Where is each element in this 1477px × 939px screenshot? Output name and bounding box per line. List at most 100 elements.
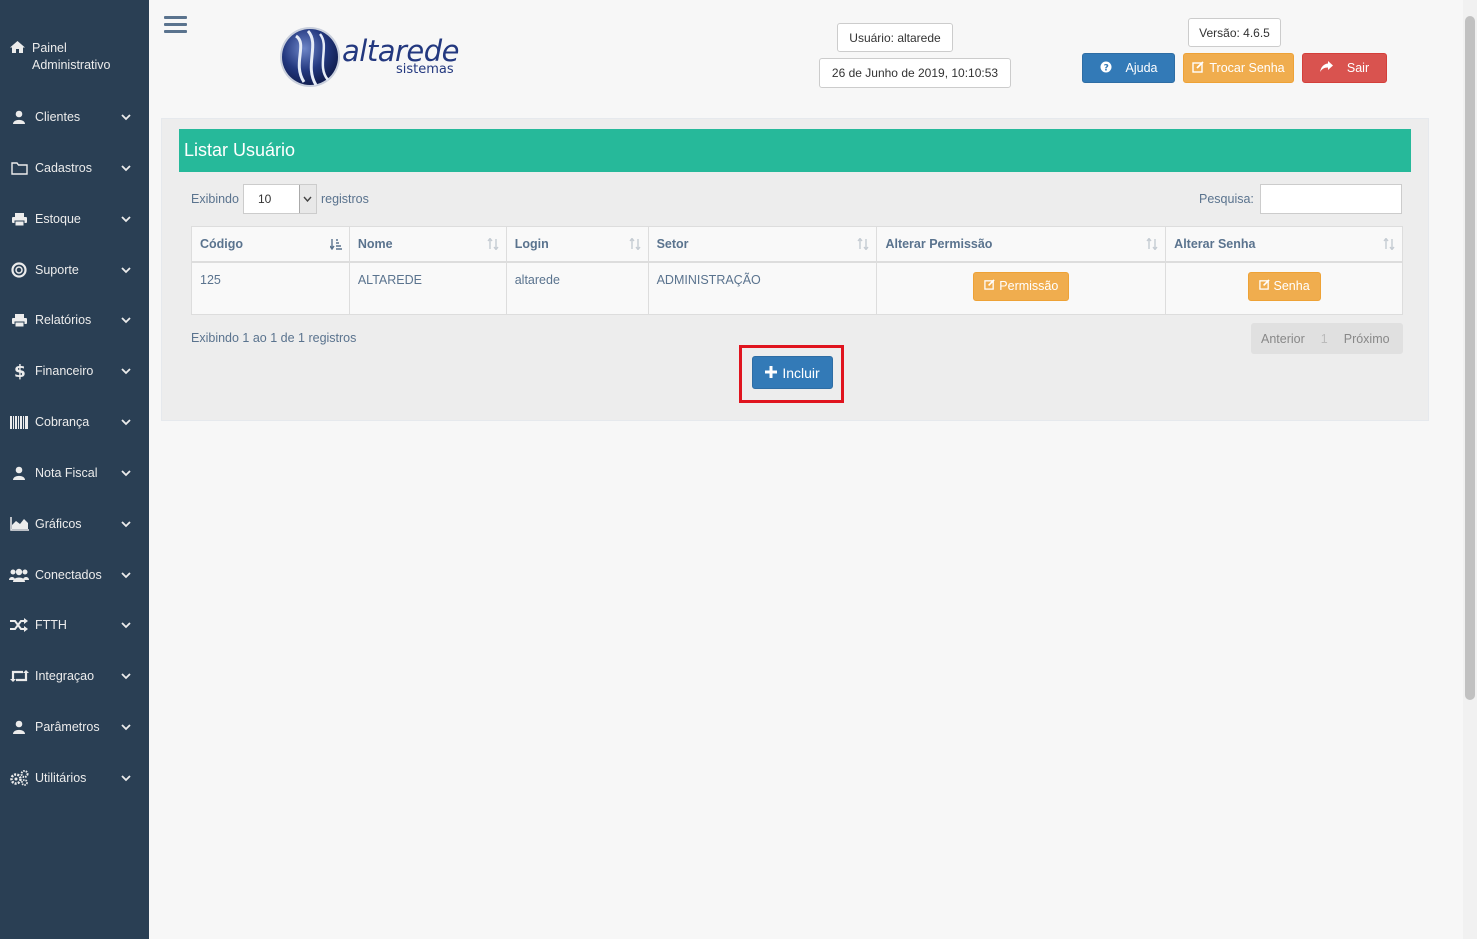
logout-label: Sair (1346, 61, 1370, 75)
sidebar-item-label: Gráficos (35, 517, 82, 531)
question-circle-icon: ? (1100, 61, 1112, 76)
sidebar-item-label: Suporte (35, 263, 79, 277)
permission-button[interactable]: Permissão (973, 271, 1070, 301)
folder-icon (9, 160, 29, 176)
scrollbar-thumb[interactable] (1465, 16, 1475, 700)
change-password-button[interactable]: Trocar Senha (1183, 53, 1294, 83)
sidebar-item-cobranca[interactable]: Cobrança (0, 402, 149, 442)
users-table: Código Nome Login Setor Alterar Permissã… (191, 226, 1403, 315)
column-header-nome[interactable]: Nome (348, 226, 507, 263)
sidebar-item-label: FTTH (35, 618, 67, 632)
user-icon (9, 719, 29, 735)
column-label: Alterar Permissão (885, 236, 993, 251)
cell-nome: ALTAREDE (348, 261, 507, 315)
sort-icon (1146, 238, 1158, 250)
column-header-alterar-senha[interactable]: Alterar Senha (1165, 226, 1403, 263)
sidebar-brand[interactable]: Painel Administrativo (9, 40, 122, 74)
chevron-down-icon (121, 368, 131, 375)
sort-icon (857, 238, 869, 250)
share-icon (1319, 61, 1333, 75)
printer-icon (9, 312, 29, 328)
chevron-down-icon (121, 673, 131, 680)
search-label: Pesquisa: (1199, 192, 1254, 206)
password-button[interactable]: Senha (1247, 271, 1321, 301)
sidebar-item-label: Conectados (35, 568, 102, 582)
chevron-down-icon (121, 572, 131, 579)
column-header-alterar-permissao[interactable]: Alterar Permissão (876, 226, 1167, 263)
help-label: Ajuda (1125, 61, 1158, 75)
column-header-codigo[interactable]: Código (191, 226, 350, 263)
column-label: Alterar Senha (1174, 236, 1256, 251)
brand-label: Painel Administrativo (32, 41, 111, 72)
area-chart-icon (9, 516, 29, 532)
column-label: Login (514, 236, 549, 251)
sidebar-item-parametros[interactable]: Parâmetros (0, 707, 149, 747)
chevron-down-icon (121, 470, 131, 477)
prev-page-button[interactable]: Anterior (1251, 332, 1315, 346)
sidebar: Painel Administrativo Clientes Cadastros… (0, 0, 149, 939)
chevron-down-icon (121, 267, 131, 274)
edit-icon (1192, 60, 1204, 76)
chevron-down-icon (121, 216, 131, 223)
chevron-down-icon (121, 317, 131, 324)
chevron-down-icon (121, 419, 131, 426)
menu-toggle-icon[interactable] (164, 16, 187, 36)
sidebar-item-label: Integraçao (35, 669, 95, 683)
add-user-button[interactable]: Incluir (752, 356, 833, 389)
chevron-down-icon (121, 165, 131, 172)
printer-icon (9, 211, 29, 227)
sidebar-item-ftth[interactable]: FTTH (0, 605, 149, 645)
svg-text:?: ? (1103, 63, 1108, 73)
sidebar-item-label: Cadastros (35, 161, 92, 175)
chevron-down-icon (121, 724, 131, 731)
sort-icon (487, 238, 499, 250)
next-page-button[interactable]: Próximo (1334, 332, 1400, 346)
column-header-login[interactable]: Login (505, 226, 649, 263)
sidebar-item-label: Estoque (35, 212, 81, 226)
sidebar-item-graficos[interactable]: Gráficos (0, 504, 149, 544)
lifebuoy-icon (9, 262, 29, 278)
sidebar-item-label: Clientes (35, 110, 81, 124)
page-size-select[interactable]: 10 (242, 184, 317, 214)
sidebar-item-label: Cobrança (35, 415, 90, 429)
barcode-icon (9, 414, 29, 430)
change-password-label: Trocar Senha (1209, 61, 1285, 75)
sidebar-item-utilitarios[interactable]: Utilitários (0, 758, 149, 798)
scrollbar[interactable] (1463, 0, 1477, 939)
cell-codigo: 125 (191, 261, 350, 315)
sort-icon (629, 238, 641, 250)
sidebar-item-cadastros[interactable]: Cadastros (0, 148, 149, 188)
sidebar-item-financeiro[interactable]: $ Financeiro (0, 351, 149, 391)
search-input[interactable] (1259, 184, 1402, 214)
user-icon (9, 109, 29, 125)
version-label: Versão: 4.6.5 (1188, 18, 1281, 47)
sidebar-item-suporte[interactable]: Suporte (0, 250, 149, 290)
datetime-label: 26 de Junho de 2019, 10:10:53 (819, 58, 1011, 88)
home-icon (9, 40, 26, 57)
permission-label: Permissão (999, 279, 1059, 293)
logo-subtext: sistemas (396, 62, 454, 77)
page-number-button[interactable]: 1 (1315, 332, 1334, 346)
pagination: Anterior 1 Próximo (1251, 323, 1403, 354)
chevron-down-icon (121, 114, 131, 121)
sidebar-item-label: Relatórios (35, 313, 92, 327)
sidebar-item-estoque[interactable]: Estoque (0, 199, 149, 239)
edit-icon (984, 279, 995, 293)
column-header-setor[interactable]: Setor (647, 226, 878, 263)
sidebar-item-label: Financeiro (35, 364, 94, 378)
retweet-icon (9, 668, 29, 684)
chevron-down-icon (121, 775, 131, 782)
sidebar-item-conectados[interactable]: Conectados (0, 555, 149, 595)
table-row: 125 ALTAREDE altarede ADMINISTRAÇÃO Perm… (191, 261, 1403, 315)
table-header-row: Código Nome Login Setor Alterar Permissã… (191, 226, 1403, 263)
add-user-label: Incluir (782, 364, 820, 381)
sidebar-item-clientes[interactable]: Clientes (0, 97, 149, 137)
users-icon (9, 567, 29, 583)
sidebar-item-relatorios[interactable]: Relatórios (0, 300, 149, 340)
sidebar-item-nota-fiscal[interactable]: Nota Fiscal (0, 453, 149, 493)
page-size-control: Exibindo 10 registros (191, 184, 369, 214)
logout-button[interactable]: Sair (1302, 53, 1387, 83)
column-label: Nome (357, 236, 393, 251)
help-button[interactable]: ? Ajuda (1082, 53, 1175, 83)
sidebar-item-integracao[interactable]: Integraçao (0, 656, 149, 696)
